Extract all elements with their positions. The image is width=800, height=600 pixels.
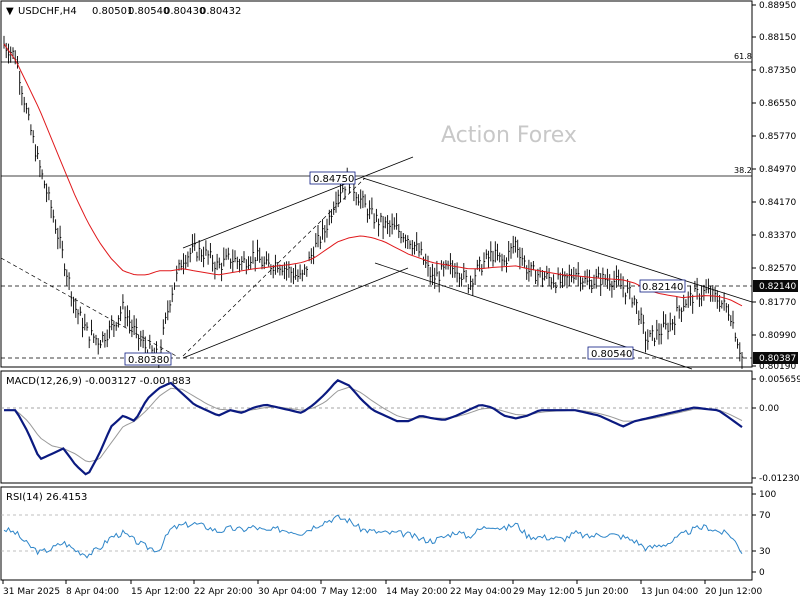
price-axis-tick: 0.83370	[752, 231, 796, 241]
price-axis-tick: 0.80990	[752, 331, 796, 341]
price-tick-label: 0.88150	[759, 33, 796, 43]
time-tick-label: 20 Jun 12:00	[705, 587, 762, 597]
time-tick-label: 13 Jun 04:00	[641, 587, 698, 597]
price-label-high-text: 0.84750	[313, 174, 354, 185]
time-tick-label: 22 May 04:00	[450, 587, 512, 597]
chart-background	[0, 0, 800, 600]
price-tick-label: 0.84170	[759, 198, 796, 208]
price-tick-label: 0.87350	[759, 66, 796, 76]
price-label-recent-low-text: 0.80540	[591, 349, 632, 360]
price-axis-tick: 0.88150	[752, 33, 796, 43]
current-price-tag-level[interactable]: 0.82140	[753, 280, 798, 292]
price-tick-label: 0.83370	[759, 231, 796, 241]
time-tick-label: 5 Jun 20:00	[577, 587, 629, 597]
trading-chart[interactable]: Action Forex ▼ USDCHF,H4 0.80501 0.80540…	[0, 0, 800, 600]
price-label-recent-high-text: 0.82140	[642, 282, 683, 293]
rsi-tick-label: 70	[759, 511, 771, 521]
ohlc-close: 0.80432	[200, 6, 241, 17]
price-tick-label: 0.81770	[759, 298, 796, 308]
current-price-tag-level-text: 0.82140	[759, 282, 796, 292]
current-price-tag-last-text: 0.80387	[759, 354, 796, 364]
rsi-tick-label: 30	[759, 547, 771, 557]
macd-tick-label: 0.005659	[759, 375, 800, 385]
price-tick-label: 0.82570	[759, 264, 796, 274]
price-tick-label: 0.84970	[759, 165, 796, 175]
fib-level-61-8-label: 61.8	[734, 52, 752, 61]
price-tick-label: 0.85770	[759, 132, 796, 142]
price-axis-tick: 0.81770	[752, 298, 796, 308]
time-tick-label: 22 Apr 20:00	[194, 587, 253, 597]
price-label-low-text: 0.80380	[128, 355, 169, 366]
time-tick-label: 30 Apr 04:00	[258, 587, 317, 597]
fib-level-38-2-label: 38.2	[734, 166, 752, 175]
price-axis-tick: 0.85770	[752, 132, 796, 142]
time-tick-label: 31 Mar 2025	[3, 587, 60, 597]
rsi-tick-label: 0	[759, 568, 765, 578]
price-axis-tick: 0.87350	[752, 66, 796, 76]
price-label-recent-low[interactable]: 0.80540	[587, 346, 634, 360]
price-label-low[interactable]: 0.80380	[124, 352, 172, 366]
price-tick-label: 0.88950	[759, 1, 796, 11]
price-axis-tick: 0.88950	[752, 1, 796, 11]
price-axis-tick: 0.84170	[752, 198, 796, 208]
watermark: Action Forex	[441, 123, 577, 148]
price-axis-tick: 0.84970	[752, 165, 796, 175]
price-axis-tick: 0.82570	[752, 264, 796, 274]
macd-tick-label: 0.00	[759, 404, 779, 414]
price-label-high[interactable]: 0.84750	[309, 171, 356, 185]
symbol-timeframe: USDCHF,H4	[18, 6, 77, 17]
rsi-title: RSI(14) 26.4153	[6, 492, 87, 503]
time-tick-label: 7 May 12:00	[321, 587, 377, 597]
rsi-tick-label: 100	[759, 490, 776, 500]
price-label-recent-high[interactable]: 0.82140	[639, 279, 686, 293]
collapse-arrow-icon[interactable]: ▼	[6, 6, 14, 17]
time-tick-label: 15 Apr 12:00	[131, 587, 190, 597]
price-tick-label: 0.86550	[759, 99, 796, 109]
time-tick-label: 29 May 12:00	[513, 587, 575, 597]
price-tick-label: 0.80990	[759, 331, 796, 341]
macd-tick-label: -0.012301	[759, 474, 800, 484]
current-price-tag-last[interactable]: 0.80387	[753, 352, 798, 364]
time-tick-label: 14 May 20:00	[386, 587, 448, 597]
time-tick-label: 8 Apr 04:00	[66, 587, 119, 597]
price-header: ▼ USDCHF,H4 0.80501 0.80540 0.80430 0.80…	[6, 6, 241, 17]
price-axis-tick: 0.86550	[752, 99, 796, 109]
